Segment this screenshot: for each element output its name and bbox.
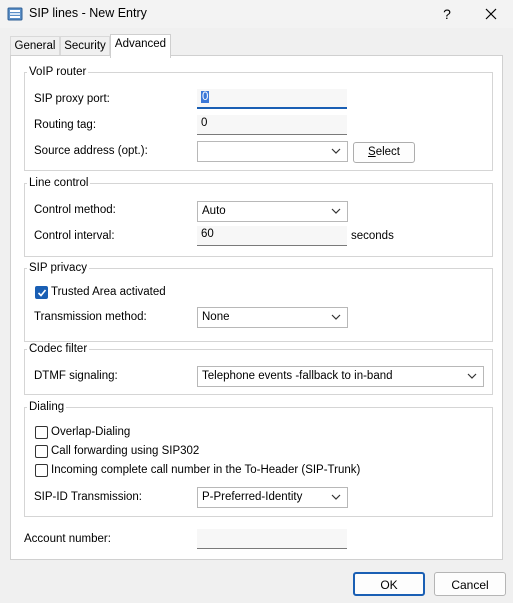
cancel-button[interactable]: Cancel <box>434 572 506 596</box>
dtmf-signaling-value: Telephone events -fallback to in-band <box>202 370 393 382</box>
sip-id-transmission-combo[interactable]: P-Preferred-Identity <box>197 487 348 508</box>
tab-advanced[interactable]: Advanced <box>110 34 171 58</box>
close-button[interactable] <box>476 4 506 24</box>
checkmark-icon <box>37 289 47 297</box>
source-address-label: Source address (opt.): <box>34 145 148 157</box>
call-forwarding-checkbox[interactable] <box>35 445 48 458</box>
app-icon <box>7 7 23 21</box>
transmission-method-value: None <box>202 311 230 323</box>
routing-tag-input[interactable]: 0 <box>197 115 347 135</box>
source-address-combo[interactable] <box>197 141 348 162</box>
ok-button[interactable]: OK <box>353 572 425 596</box>
tab-security[interactable]: Security <box>60 36 110 56</box>
control-method-combo[interactable]: Auto <box>197 201 348 222</box>
chevron-down-icon <box>331 208 341 214</box>
chevron-down-icon <box>331 494 341 500</box>
sip-id-transmission-label: SIP-ID Transmission: <box>34 491 142 503</box>
control-interval-label: Control interval: <box>34 230 115 242</box>
chevron-down-icon <box>331 148 341 154</box>
sip-privacy-group: SIP privacy <box>24 262 493 342</box>
close-icon <box>485 8 497 20</box>
control-interval-unit: seconds <box>351 230 394 242</box>
select-button[interactable]: Select <box>353 142 415 163</box>
incoming-complete-label[interactable]: Incoming complete call number in the To-… <box>51 464 360 476</box>
voip-router-legend: VoIP router <box>29 66 87 78</box>
overlap-dialing-checkbox[interactable] <box>35 426 48 439</box>
codec-filter-legend: Codec filter <box>29 343 88 355</box>
sip-proxy-port-input[interactable]: 0 <box>197 89 347 109</box>
tab-general[interactable]: General <box>10 36 60 56</box>
title-bar: SIP lines - New Entry ? <box>0 0 513 28</box>
dtmf-signaling-label: DTMF signaling: <box>34 370 118 382</box>
sip-id-transmission-value: P-Preferred-Identity <box>202 491 303 503</box>
transmission-method-combo[interactable]: None <box>197 307 348 328</box>
incoming-complete-checkbox[interactable] <box>35 464 48 477</box>
account-number-input[interactable] <box>197 529 347 549</box>
routing-tag-label: Routing tag: <box>34 119 97 131</box>
trusted-area-label[interactable]: Trusted Area activated <box>51 286 166 298</box>
dtmf-signaling-combo[interactable]: Telephone events -fallback to in-band <box>197 366 484 387</box>
chevron-down-icon <box>331 314 341 320</box>
line-control-legend: Line control <box>29 177 89 189</box>
window-title: SIP lines - New Entry <box>29 6 147 20</box>
transmission-method-label: Transmission method: <box>34 311 147 323</box>
advanced-panel: VoIP router SIP proxy port: 0 Routing ta… <box>10 55 503 560</box>
help-button[interactable]: ? <box>432 4 462 24</box>
sip-privacy-legend: SIP privacy <box>29 262 87 274</box>
trusted-area-checkbox[interactable] <box>35 286 48 299</box>
account-number-label: Account number: <box>24 533 111 545</box>
call-forwarding-label[interactable]: Call forwarding using SIP302 <box>51 445 199 457</box>
chevron-down-icon <box>467 373 477 379</box>
control-method-value: Auto <box>202 205 226 217</box>
control-method-label: Control method: <box>34 204 116 216</box>
overlap-dialing-label[interactable]: Overlap-Dialing <box>51 426 130 438</box>
dialing-legend: Dialing <box>29 401 65 413</box>
control-interval-input[interactable]: 60 <box>197 226 347 246</box>
sip-proxy-port-label: SIP proxy port: <box>34 93 110 105</box>
